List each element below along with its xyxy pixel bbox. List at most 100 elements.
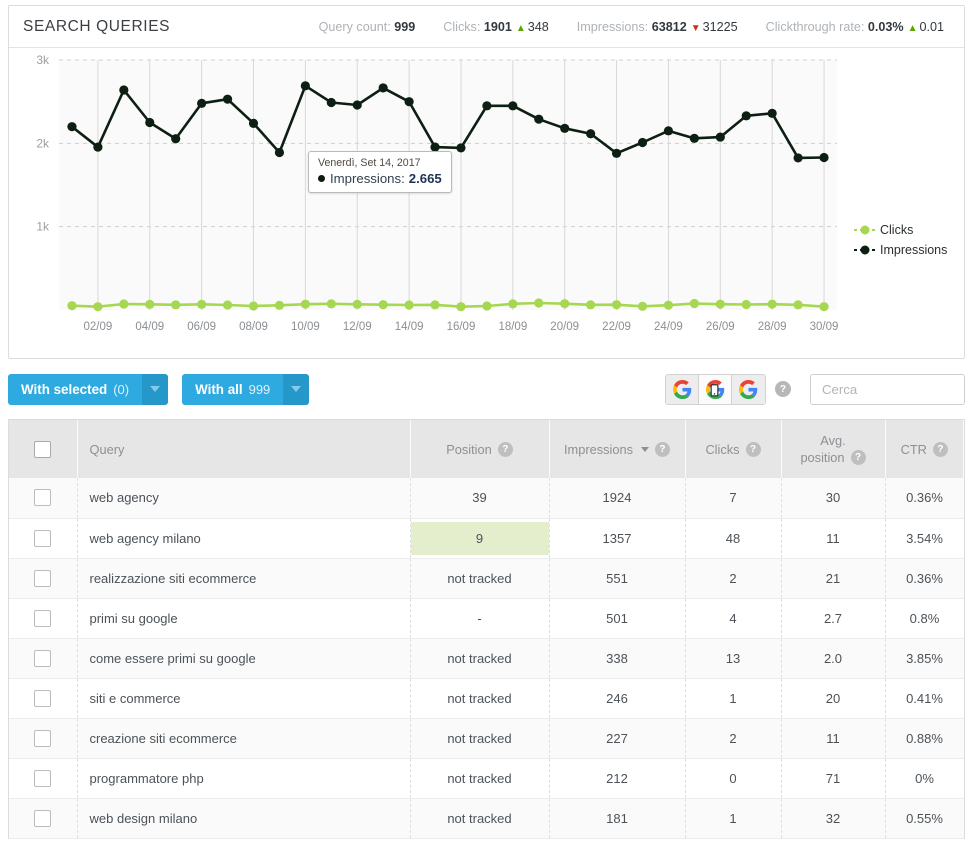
- metric-0: Query count: 999: [319, 20, 416, 34]
- table-row[interactable]: programmatore php not tracked 212 0 71 0%: [9, 758, 964, 799]
- col-clicks-label: Clicks: [705, 441, 740, 457]
- google-desktop-filter-button[interactable]: [666, 374, 699, 404]
- table-row[interactable]: web design milano not tracked 181 1 32 0.55%: [9, 798, 964, 839]
- cell-query[interactable]: primi su google: [77, 598, 411, 639]
- cell-query[interactable]: web design milano: [77, 798, 411, 839]
- col-position-header[interactable]: Position ?: [410, 420, 550, 478]
- row-checkbox[interactable]: [34, 729, 52, 747]
- row-checkbox[interactable]: [34, 809, 52, 827]
- col-clicks-header[interactable]: Clicks ?: [685, 420, 782, 478]
- google-icon: [672, 379, 691, 399]
- cell-position: -: [410, 598, 550, 639]
- row-checkbox[interactable]: [34, 569, 52, 587]
- device-filter-help-icon[interactable]: ?: [775, 381, 791, 397]
- table-row[interactable]: primi su google -501 4 2.7 0.8%: [9, 598, 964, 639]
- table-header: Query Position ? Impressions ? Clicks ? …: [9, 420, 964, 478]
- table-row[interactable]: siti e commerce not tracked 246 1 20 0.41%: [9, 678, 964, 719]
- cell-position: not tracked: [410, 678, 550, 719]
- legend-item-clicks[interactable]: Clicks: [854, 220, 947, 240]
- row-checkbox[interactable]: [34, 689, 52, 707]
- svg-text:18/09: 18/09: [498, 321, 527, 333]
- google-all-filter-button[interactable]: [732, 374, 765, 404]
- svg-text:06/09: 06/09: [187, 321, 216, 333]
- device-filter-group: [665, 373, 766, 405]
- cell-query[interactable]: creazione siti ecommerce: [77, 718, 411, 759]
- cell-avg-position: 2.7: [781, 598, 886, 639]
- impressions-help-icon[interactable]: ?: [654, 441, 670, 457]
- clicks-help-icon[interactable]: ?: [745, 441, 761, 457]
- col-avg-position-header[interactable]: Avg. position ?: [781, 420, 886, 478]
- metric-value: 999: [394, 19, 416, 34]
- table-row[interactable]: web agency milano 9 1357 48 11 3.54%: [9, 518, 964, 559]
- search-input[interactable]: [810, 373, 965, 405]
- cell-ctr: 0%: [885, 758, 964, 799]
- chevron-down-icon: [291, 386, 302, 392]
- with-all-button[interactable]: With all 999: [182, 373, 310, 405]
- col-avg-position-label-line2: position: [800, 450, 845, 465]
- with-selected-button[interactable]: With selected (0): [8, 373, 169, 405]
- row-checkbox[interactable]: [34, 489, 52, 507]
- position-help-icon[interactable]: ?: [497, 441, 513, 457]
- col-avg-position-label-line1: Avg.: [820, 433, 846, 448]
- with-all-dropdown-toggle[interactable]: [283, 373, 310, 405]
- row-checkbox[interactable]: [34, 609, 52, 627]
- cell-query[interactable]: siti e commerce: [77, 678, 411, 719]
- svg-text:12/09: 12/09: [343, 321, 372, 333]
- cell-query[interactable]: web agency milano: [77, 518, 411, 559]
- svg-text:22/09: 22/09: [602, 321, 631, 333]
- with-selected-dropdown-toggle[interactable]: [142, 373, 169, 405]
- table-row[interactable]: realizzazione siti ecommerce not tracked 5…: [9, 558, 964, 599]
- metric-delta: 348: [527, 19, 549, 34]
- cell-query[interactable]: come essere primi su google: [77, 638, 411, 679]
- svg-text:2k: 2k: [36, 136, 50, 150]
- with-selected-main[interactable]: With selected (0): [8, 373, 143, 405]
- cell-clicks: 7: [685, 478, 782, 519]
- metric-3: Clickthrough rate: 0.03% ▲ 0.01: [766, 20, 944, 34]
- metric-label: Impressions:: [576, 19, 649, 34]
- col-impressions-header[interactable]: Impressions ?: [549, 420, 686, 478]
- google-mobile-icon: [705, 379, 724, 399]
- ctr-help-icon[interactable]: ?: [932, 441, 948, 457]
- table-toolbar: With selected (0) With all 999 ? Cerca: [8, 373, 965, 405]
- with-all-count: 999: [248, 381, 271, 397]
- col-ctr-header[interactable]: CTR ?: [885, 420, 964, 478]
- select-all-checkbox[interactable]: [34, 440, 52, 458]
- col-query-header[interactable]: Query: [77, 420, 411, 478]
- google-mobile-filter-button[interactable]: [699, 374, 732, 404]
- tooltip-series-dot-icon: [318, 175, 325, 182]
- cell-clicks: 1: [685, 678, 782, 719]
- chart-canvas: 1k 2k 3k 02/09 04/09 06/09 08/09 10/09 12/09 14/0…: [36, 53, 838, 333]
- table-row[interactable]: web agency 39 1924 7 30 0.36%: [9, 478, 964, 519]
- svg-text:16/09: 16/09: [447, 321, 476, 333]
- metric-trend-icon: ▲: [515, 22, 526, 34]
- sort-desc-icon: [640, 446, 649, 452]
- row-checkbox[interactable]: [34, 769, 52, 787]
- cell-query[interactable]: programmatore php: [77, 758, 411, 799]
- cell-impressions: 212: [549, 758, 686, 799]
- cell-position: not tracked: [410, 798, 550, 839]
- cell-impressions: 501: [549, 598, 686, 639]
- cell-ctr: 3.54%: [885, 518, 964, 559]
- cell-query[interactable]: web agency: [77, 478, 411, 519]
- row-checkbox[interactable]: [34, 649, 52, 667]
- row-checkbox[interactable]: [34, 529, 52, 547]
- with-all-label: With all: [195, 381, 243, 397]
- table-row[interactable]: creazione siti ecommerce not tracked 227 2 1…: [9, 718, 964, 759]
- cell-select: [9, 758, 78, 799]
- search-queries-panel: SEARCH QUERIES Query count: 999 Clicks: 1…: [8, 5, 965, 359]
- with-selected-label: With selected: [21, 381, 108, 397]
- metric-delta: 0.01: [919, 19, 944, 34]
- tooltip-date: Venerdì, Set 14, 2017: [318, 157, 421, 169]
- cell-impressions: 1924: [549, 478, 686, 519]
- cell-ctr: 3.85%: [885, 638, 964, 679]
- cell-query[interactable]: realizzazione siti ecommerce: [77, 558, 411, 599]
- cell-impressions: 338: [549, 638, 686, 679]
- cell-select: [9, 798, 78, 839]
- legend-item-impressions[interactable]: Impressions: [854, 240, 947, 260]
- col-query-label: Query: [89, 441, 125, 457]
- avg-position-help-icon[interactable]: ?: [850, 450, 866, 465]
- cell-avg-position: 20: [781, 678, 886, 719]
- with-all-main[interactable]: With all 999: [182, 373, 284, 405]
- svg-text:26/09: 26/09: [706, 321, 735, 333]
- table-row[interactable]: come essere primi su google not tracked 33…: [9, 638, 964, 679]
